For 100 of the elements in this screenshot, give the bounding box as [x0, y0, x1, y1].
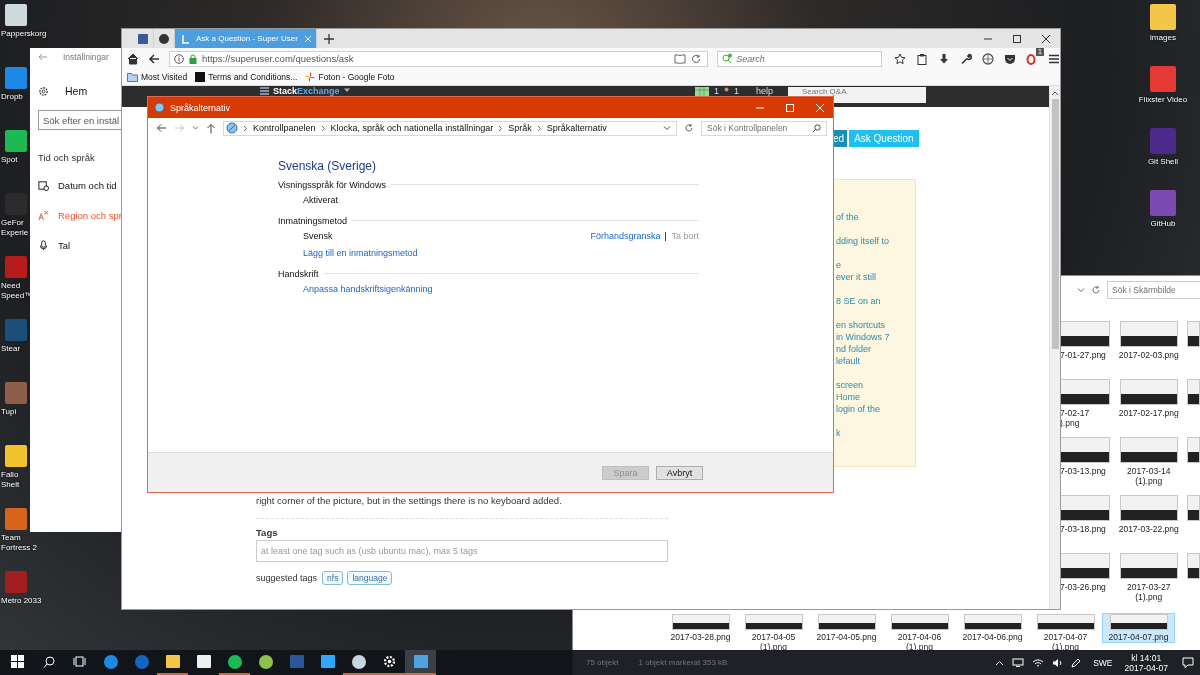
chevron-icon — [498, 124, 504, 132]
file-item[interactable]: 2017-04-05 (1).png — [737, 613, 810, 653]
download-icon[interactable] — [938, 52, 950, 65]
home-icon[interactable] — [127, 52, 139, 65]
icon-label: Papperskorg — [1, 29, 47, 39]
microphone-icon — [38, 239, 49, 251]
back-icon[interactable] — [148, 52, 160, 65]
icon-label: Tupi — [1, 407, 17, 417]
section-heading: Handskrift — [278, 268, 319, 279]
up-arrow-icon[interactable] — [206, 122, 216, 134]
ring-icon[interactable] — [1026, 52, 1038, 65]
wifi-icon[interactable] — [1032, 657, 1045, 668]
new-tab-icon[interactable] — [324, 33, 334, 44]
reload-icon[interactable] — [691, 53, 702, 64]
file-item[interactable]: 2017-04-05.png — [810, 613, 883, 643]
file-item[interactable]: 2017-03-28.png — [664, 613, 737, 643]
folder-icon — [127, 72, 138, 82]
scrollbar-thumb[interactable] — [1051, 99, 1059, 349]
site-logo[interactable]: StackExchange — [273, 87, 340, 96]
bookmark-link[interactable]: Most Visited — [127, 72, 188, 82]
clock[interactable]: kl 14:01 2017-04-07 — [1124, 652, 1168, 673]
maximize-icon[interactable] — [1012, 33, 1022, 44]
settings-link[interactable]: Lägg till en inmatningsmetod — [303, 248, 418, 258]
refresh-icon[interactable] — [1091, 285, 1101, 295]
thumbnail[interactable] — [1186, 553, 1200, 579]
pocket-icon[interactable] — [1004, 52, 1016, 65]
clipboard-icon[interactable] — [916, 52, 928, 65]
globe-icon[interactable] — [982, 52, 994, 65]
chevron-up-icon[interactable] — [995, 659, 1005, 666]
icon-label: Stear — [1, 344, 21, 354]
breadcrumb-link[interactable]: Kontrollpanelen — [253, 123, 316, 133]
file-item[interactable]: 2017-03-27 (1).png — [1114, 553, 1183, 602]
nav-item[interactable]: Datum och tid — [38, 177, 121, 193]
refresh-icon[interactable] — [684, 123, 694, 133]
file-item[interactable]: 2017-03-14 (1).png — [1114, 437, 1183, 486]
section-heading: Tid och språk — [38, 152, 96, 163]
cancel-button[interactable]: Avbryt — [656, 465, 703, 480]
thumbnail[interactable] — [1186, 495, 1200, 521]
menu-icon[interactable] — [1048, 52, 1060, 65]
help-text: 8 SE on an — [836, 295, 882, 307]
search-field[interactable]: Sök i Skärmbilde — [1107, 281, 1200, 299]
scrollbar[interactable] — [1049, 86, 1060, 609]
bookmark-link[interactable]: Foton - Google Foto — [305, 72, 395, 82]
thumbnail[interactable] — [1186, 437, 1200, 463]
action-link[interactable]: Förhandsgranska — [590, 231, 661, 241]
chevron-icon — [536, 124, 542, 132]
site-icon — [195, 72, 206, 82]
star-icon[interactable] — [894, 52, 906, 65]
help-text: en shortcuts in Windows 7 nd folder lefault — [836, 319, 891, 367]
settings-link[interactable]: Anpassa handskriftsigenkänning — [303, 284, 433, 294]
scroll-up-icon[interactable] — [1051, 90, 1059, 96]
wrench-icon[interactable] — [960, 52, 972, 65]
file-item[interactable]: 2017-04-07.png — [1102, 613, 1175, 643]
nav-item[interactable]: Tal — [38, 237, 121, 253]
thumbnail[interactable] — [1186, 321, 1200, 347]
status-text: Aktiverat — [303, 195, 338, 205]
help-menu[interactable]: help — [756, 87, 773, 96]
speaker-icon[interactable] — [1052, 657, 1064, 668]
gear-icon — [38, 85, 49, 97]
close-icon[interactable] — [1041, 33, 1051, 44]
suggested-label: suggested tags — [256, 573, 318, 583]
search-icon — [812, 123, 821, 133]
breadcrumb-link[interactable]: Klocka, språk och nationella inställningar — [330, 123, 494, 133]
search-field[interactable]: Sök i Kontrollpanelen — [701, 120, 827, 136]
reader-icon[interactable] — [674, 53, 687, 64]
help-text: e ever it still — [836, 259, 877, 283]
file-item[interactable]: 2017-04-06.png — [956, 613, 1029, 643]
pinwheel-icon — [305, 72, 316, 82]
icon-label: images — [1150, 33, 1176, 43]
control-panel-icon — [226, 122, 238, 134]
pen-icon[interactable] — [1071, 657, 1082, 668]
help-text: screen Home login of the — [836, 379, 882, 415]
language-indicator[interactable]: SWE — [1093, 657, 1113, 668]
language-title: Svenska (Sverige) — [278, 159, 378, 173]
address-bar[interactable]: Kontrollpanelen Klocka, språk och nationella inställningar Språk Språkalternativ — [223, 120, 677, 136]
status-text: 75 objekt — [586, 658, 619, 667]
windows-logo-icon — [11, 655, 24, 668]
thumbnail[interactable] — [1186, 379, 1200, 405]
icon-label: GitHub — [1150, 219, 1176, 229]
file-item[interactable]: 2017-04-06 (1).png — [883, 613, 956, 653]
site-icon — [159, 33, 169, 44]
file-item[interactable]: 2017-04-07 (1).png — [1029, 613, 1102, 653]
help-text: k — [836, 427, 842, 439]
home-link[interactable]: Hem — [38, 83, 121, 99]
info-icon[interactable] — [174, 53, 184, 64]
back-arrow-icon[interactable] — [38, 52, 48, 62]
breadcrumb-link[interactable]: Språk — [508, 123, 532, 133]
globe-icon — [154, 102, 165, 113]
gear-icon — [383, 655, 396, 668]
tag-chip[interactable]: language — [347, 571, 393, 585]
network-icon[interactable] — [1012, 658, 1025, 667]
bookmark-link[interactable]: Terms and Conditions... — [195, 72, 298, 82]
notification-icon[interactable] — [1182, 657, 1194, 668]
search-field[interactable]: Search — [717, 50, 882, 67]
breadcrumb-link[interactable]: Språkalternativ — [546, 123, 607, 133]
address-bar[interactable]: https://superuser.com/questions/ask — [169, 50, 709, 67]
nav-item[interactable]: Region och spr — [38, 207, 121, 223]
icon-label: Dropb — [1, 92, 23, 102]
tag-chip[interactable]: nfs — [322, 571, 344, 585]
search-icon — [722, 53, 734, 64]
